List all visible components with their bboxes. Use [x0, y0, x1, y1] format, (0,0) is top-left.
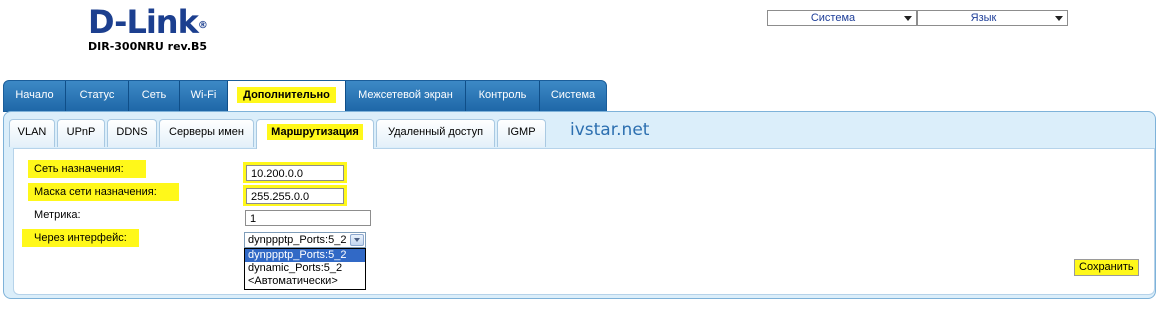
metric-label: Метрика:	[34, 209, 81, 221]
tab-advanced[interactable]: Дополнительно	[228, 81, 346, 111]
language-select[interactable]: Язык	[917, 10, 1068, 26]
destination-label: Сеть назначения:	[28, 160, 146, 178]
tab-label: Начало	[15, 89, 54, 101]
subtab-label: UPnP	[66, 126, 96, 138]
tab-label: Контроль	[478, 89, 527, 101]
brand-name: D-Link	[88, 3, 199, 41]
tab-label: Wi-Fi	[190, 89, 217, 101]
tab-label: Статус	[79, 89, 115, 101]
interface-select-value: dynppptp_Ports:5_2	[248, 234, 347, 246]
subtab-vlan[interactable]: VLAN	[9, 119, 55, 147]
chevron-down-icon	[904, 16, 912, 21]
subtab-routing[interactable]: Маршрутизация	[256, 119, 374, 149]
tab-label: Сеть	[141, 89, 167, 101]
watermark: ivstar.net	[570, 120, 650, 140]
chevron-down-icon	[1055, 16, 1063, 21]
subtab-name-servers[interactable]: Серверы имен	[159, 119, 254, 147]
metric-input[interactable]: 1	[245, 210, 371, 226]
main-nav: Начало Статус Сеть Wi-Fi Дополнительно М…	[3, 80, 607, 112]
tab-network[interactable]: Сеть	[129, 81, 180, 111]
mask-label: Маска сети назначения:	[28, 183, 179, 201]
tab-label: Дополнительно	[237, 87, 336, 103]
tab-system[interactable]: Система	[540, 81, 606, 111]
interface-option[interactable]: dynamic_Ports:5_2	[245, 262, 365, 275]
tab-status[interactable]: Статус	[66, 81, 129, 111]
interface-label: Через интерфейс:	[22, 229, 139, 247]
subtab-label: IGMP	[507, 126, 536, 138]
tab-firewall[interactable]: Межсетевой экран	[346, 81, 466, 111]
tab-label: Система	[550, 89, 596, 101]
interface-option[interactable]: <Автоматически>	[245, 275, 365, 288]
form-area	[13, 148, 1155, 295]
subtab-upnp[interactable]: UPnP	[57, 119, 105, 147]
registered-mark: ®	[197, 20, 208, 31]
tab-home[interactable]: Начало	[4, 81, 66, 111]
device-model: DIR-300NRU rev.B5	[88, 40, 208, 53]
subtab-label: Серверы имен	[169, 126, 244, 138]
chevron-down-icon[interactable]	[350, 234, 364, 246]
subtab-igmp[interactable]: IGMP	[497, 119, 546, 147]
tab-label: Межсетевой экран	[358, 89, 453, 101]
tab-wifi[interactable]: Wi-Fi	[180, 81, 228, 111]
system-select-value: Система	[810, 12, 856, 24]
subtab-remote-access[interactable]: Удаленный доступ	[376, 119, 495, 147]
mask-input[interactable]: 255.255.0.0	[246, 188, 344, 204]
subtab-label: DDNS	[116, 126, 148, 138]
language-select-value: Язык	[970, 12, 997, 24]
subtab-label: Маршрутизация	[267, 124, 363, 140]
subtab-label: Удаленный доступ	[387, 126, 484, 138]
dlink-logo: D-Link®	[88, 4, 208, 40]
subtab-label: VLAN	[17, 126, 47, 138]
interface-select[interactable]: dynppptp_Ports:5_2	[244, 232, 366, 248]
save-button[interactable]: Сохранить	[1074, 259, 1139, 276]
system-select[interactable]: Система	[767, 10, 917, 26]
subtab-ddns[interactable]: DDNS	[107, 119, 157, 147]
interface-option[interactable]: dynppptp_Ports:5_2	[245, 249, 365, 262]
interface-dropdown: dynppptp_Ports:5_2 dynamic_Ports:5_2 <Ав…	[244, 248, 366, 290]
tab-control[interactable]: Контроль	[466, 81, 540, 111]
destination-network-input[interactable]: 10.200.0.0	[246, 165, 344, 181]
